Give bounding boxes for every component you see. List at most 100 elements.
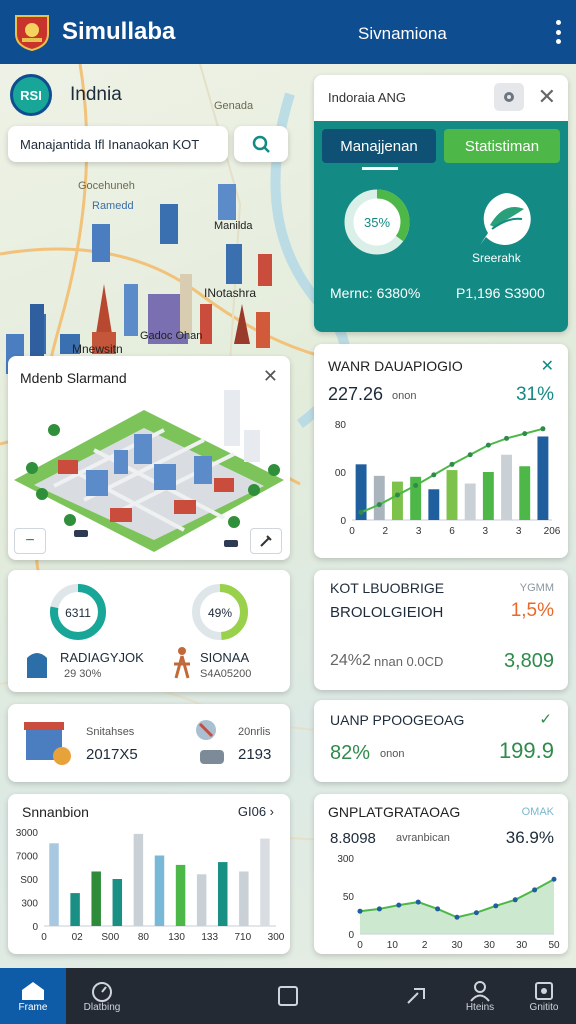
chat-leaf-icon [480, 193, 531, 245]
bar-chart-right-label: GI06 [237, 804, 267, 819]
kpi-line2: BROLOLGIEIOH [330, 604, 444, 621]
x-tick-label: 2 [422, 940, 428, 951]
more-menu-icon[interactable] [554, 20, 562, 44]
growth-value: 227.26 [328, 384, 384, 404]
small-stat-left-value: 2017X5 [86, 746, 138, 763]
trend-point [485, 442, 491, 448]
y-tick-label: 80 [335, 420, 347, 431]
x-tick-label: 206 [544, 526, 561, 537]
nav-profile-label: Hteins [465, 1001, 495, 1013]
y-tick-label: 0 [32, 922, 38, 933]
bottom-nav: Frame Dlatbing Hteins Gnitito [0, 968, 576, 1024]
kpi-percent: 1,5% [510, 600, 554, 621]
trend-point [358, 509, 364, 515]
kpi-card: KOT LBUOBRIGE YGMM BROLOLGIEIOH 1,5% 24%… [314, 570, 568, 690]
tab-management[interactable]: Manajjenan [322, 129, 436, 163]
icon-label: Sreerahk [472, 251, 521, 265]
tab-indicator [362, 167, 398, 170]
x-tick-label: 02 [72, 932, 84, 943]
area-value: 8.8098 [330, 830, 376, 847]
trend-point [449, 461, 455, 467]
kpi-bottom-right: 3,809 [503, 650, 554, 672]
emblem-icon [15, 15, 49, 52]
search-button[interactable] [234, 126, 288, 162]
person-icon [174, 647, 190, 679]
close-icon[interactable]: ✕ [263, 366, 278, 387]
chart-title: WANR DAUAPIOGIO [328, 358, 463, 374]
x-tick-label: 50 [548, 940, 560, 951]
management-panel: Indoraia ANG ✕ Manajjenan Statistiman 35… [314, 75, 568, 332]
trend-point [504, 435, 510, 441]
donut-right-label: SIONAA [200, 650, 250, 665]
data-point [454, 914, 460, 920]
nav-share[interactable] [384, 968, 448, 1024]
bar [519, 466, 531, 520]
tools-icon [260, 535, 272, 547]
data-point [376, 906, 382, 912]
trend-point [394, 492, 400, 498]
x-tick-label: 0 [41, 932, 47, 943]
donut-stats-card: 6311 49% RADIAGYJOK 29 30% SIONAA S4A052… [8, 570, 290, 692]
city-model-panel: Mdenb Slarmand ✕ − [8, 356, 290, 560]
trend-point [431, 472, 437, 478]
x-tick-label: 3 [516, 526, 522, 537]
x-tick-label: S00 [101, 932, 119, 943]
nav-settings[interactable]: Gnitito [512, 968, 576, 1024]
x-tick-label: 300 [268, 932, 285, 943]
nav-dashboard-label: Dlatbing [83, 1001, 121, 1013]
x-tick-label: 80 [138, 932, 150, 943]
close-icon[interactable]: ✕ [538, 84, 556, 110]
y-tick-label: 3000 [16, 828, 39, 839]
bar-chart-card: Snnanbion GI06 › 0 300 S00 7000 3000 0 02 S00 80… [8, 794, 290, 954]
speedometer-icon [92, 981, 112, 1002]
area-percent: 36.9% [505, 828, 554, 847]
donut-right-sub: S4A05200 [200, 668, 252, 680]
tools-button[interactable] [250, 528, 282, 554]
map-label: Genada [214, 100, 254, 112]
map-label: Gocehuneh [78, 180, 135, 192]
progress-ring: 35% [344, 189, 410, 255]
x-tick-label: 2 [383, 526, 389, 537]
y-tick-label: 0 [348, 930, 354, 941]
x-tick-label: 3 [416, 526, 422, 537]
x-tick-label: 30 [484, 940, 496, 951]
office-building-icon [24, 722, 71, 765]
home-icon [22, 981, 44, 1000]
x-tick-label: 710 [235, 932, 252, 943]
nav-dashboard[interactable]: Dlatbing [70, 968, 134, 1024]
data-point [551, 876, 557, 882]
trend-point [376, 502, 382, 508]
close-icon[interactable]: ✕ [541, 356, 554, 376]
nav-square[interactable] [256, 968, 320, 1024]
map-label: Gadoc Ohan [140, 330, 203, 342]
app-subtitle: Sivnamiona [358, 24, 447, 43]
bar [70, 893, 80, 926]
stat-left: Mernc: 6380% [330, 285, 421, 301]
progress-value: 199.9 [498, 738, 554, 763]
bar [537, 436, 549, 520]
small-stat-right-value: 2193 [238, 746, 272, 763]
search-input[interactable]: Manajantida Ifl Inanaokan KOT [8, 126, 228, 162]
map-label: Mnewsitn [72, 342, 123, 356]
area-chart-title: GNPLATGRATAOAG [328, 804, 461, 820]
growth-chart-card: WANR DAUAPIOGIO ✕ 227.26 onon 31% 0 00 80 0… [314, 344, 568, 558]
panel-header: Indoraia ANG ✕ [314, 75, 568, 119]
map-label: Ramedd [92, 200, 134, 212]
progress-unit: onon [380, 748, 405, 760]
settings-icon[interactable] [494, 83, 524, 111]
donut-left-sub: 29 30% [64, 668, 102, 680]
progress-title: UANP PPOOGEOAG [330, 712, 465, 728]
location-badge[interactable]: RSI [10, 74, 52, 116]
minus-button[interactable]: − [14, 528, 46, 554]
city-illustration [14, 390, 284, 552]
data-point [473, 910, 479, 916]
tab-statistics[interactable]: Statistiman [444, 129, 560, 163]
nav-profile[interactable]: Hteins [448, 968, 512, 1024]
bar-chart-right[interactable]: GI06 › [238, 804, 274, 819]
devices-icon [196, 720, 224, 764]
x-tick-label: 10 [387, 940, 399, 951]
nav-home[interactable]: Frame [0, 968, 66, 1024]
y-tick-label: 300 [21, 899, 38, 910]
x-tick-label: 133 [201, 932, 218, 943]
bar-chart-title: Snnanbion [22, 804, 89, 820]
